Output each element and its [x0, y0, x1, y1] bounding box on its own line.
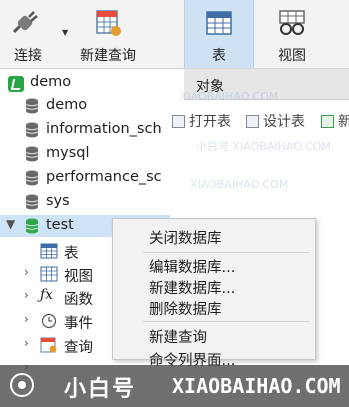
- mysql-connection-icon: [8, 76, 24, 92]
- chevron-right-icon[interactable]: ›: [24, 336, 29, 350]
- table-icon: [206, 11, 232, 35]
- menu-item-edit-database[interactable]: 编辑数据库...: [149, 256, 235, 277]
- open-table-button[interactable]: 打开表: [172, 111, 231, 131]
- chevron-right-icon[interactable]: ›: [24, 312, 29, 326]
- query-icon: [40, 337, 57, 353]
- table-button[interactable]: 表: [184, 0, 254, 68]
- watermark-cn: 小白号: [64, 377, 137, 402]
- view-button[interactable]: 视图: [262, 0, 322, 68]
- menu-item-delete-database[interactable]: 删除数据库: [149, 298, 222, 319]
- database-icon: [25, 98, 39, 114]
- new-table-icon: [321, 114, 334, 128]
- database-open-icon: [25, 218, 39, 234]
- tree-db-mysql[interactable]: mysql: [0, 143, 170, 165]
- new-query-icon: [96, 10, 121, 36]
- tree-connection-demo[interactable]: demo: [0, 72, 170, 94]
- chevron-right-icon[interactable]: ›: [24, 288, 29, 302]
- plug-icon: [12, 11, 38, 34]
- chevron-right-icon[interactable]: ›: [24, 265, 29, 279]
- object-toolbar: 打开表 设计表 新: [170, 108, 349, 134]
- watermark-en: XIAOBAIHAO.COM: [172, 374, 341, 398]
- new-table-button[interactable]: 新: [321, 111, 349, 131]
- function-icon: ƒx: [40, 287, 54, 303]
- watermark-text: 小白号 XIAOBAIHAO.COM: [196, 140, 331, 153]
- menu-item-new-query[interactable]: 新建查询: [149, 326, 207, 347]
- clock-icon: [41, 313, 57, 329]
- menu-item-close-database[interactable]: 关闭数据库: [149, 227, 222, 248]
- broadcast-logo-icon: [10, 373, 34, 397]
- watermark-text: XIAOBAIHAO.COM: [190, 178, 289, 191]
- view-icon: [279, 10, 305, 35]
- watermark-banner: 小白号 XIAOBAIHAO.COM: [0, 365, 349, 407]
- database-icon: [25, 146, 39, 162]
- new-query-button[interactable]: 新建查询: [72, 0, 144, 68]
- menu-separator: [143, 321, 309, 322]
- chevron-down-icon[interactable]: ▼: [6, 217, 15, 231]
- view-icon: [40, 266, 58, 282]
- tab-objects[interactable]: 对象: [184, 69, 349, 100]
- chevron-down-icon[interactable]: ▼: [62, 28, 68, 37]
- context-menu: 关闭数据库 编辑数据库... 新建数据库... 删除数据库 新建查询 命令列界面…: [112, 218, 316, 369]
- connect-button[interactable]: 连接: [0, 0, 60, 68]
- tree-db-sys[interactable]: sys: [0, 191, 170, 213]
- menu-item-new-database[interactable]: 新建数据库...: [149, 277, 235, 298]
- table-icon: [40, 243, 58, 259]
- database-icon: [25, 194, 39, 210]
- main-toolbar: 连接 ▼ 新建查询 表 视图: [0, 0, 349, 69]
- database-icon: [25, 122, 39, 138]
- design-table-button[interactable]: 设计表: [246, 111, 305, 131]
- tree-db-information-schema[interactable]: information_sch: [0, 119, 170, 141]
- tab-objects-label: 对象: [196, 79, 224, 95]
- design-table-icon: [246, 114, 259, 128]
- tree-db-demo[interactable]: demo: [0, 95, 170, 117]
- tree-db-performance-schema[interactable]: performance_sc: [0, 167, 170, 189]
- open-table-icon: [172, 114, 185, 128]
- menu-separator: [143, 252, 309, 253]
- database-icon: [25, 170, 39, 186]
